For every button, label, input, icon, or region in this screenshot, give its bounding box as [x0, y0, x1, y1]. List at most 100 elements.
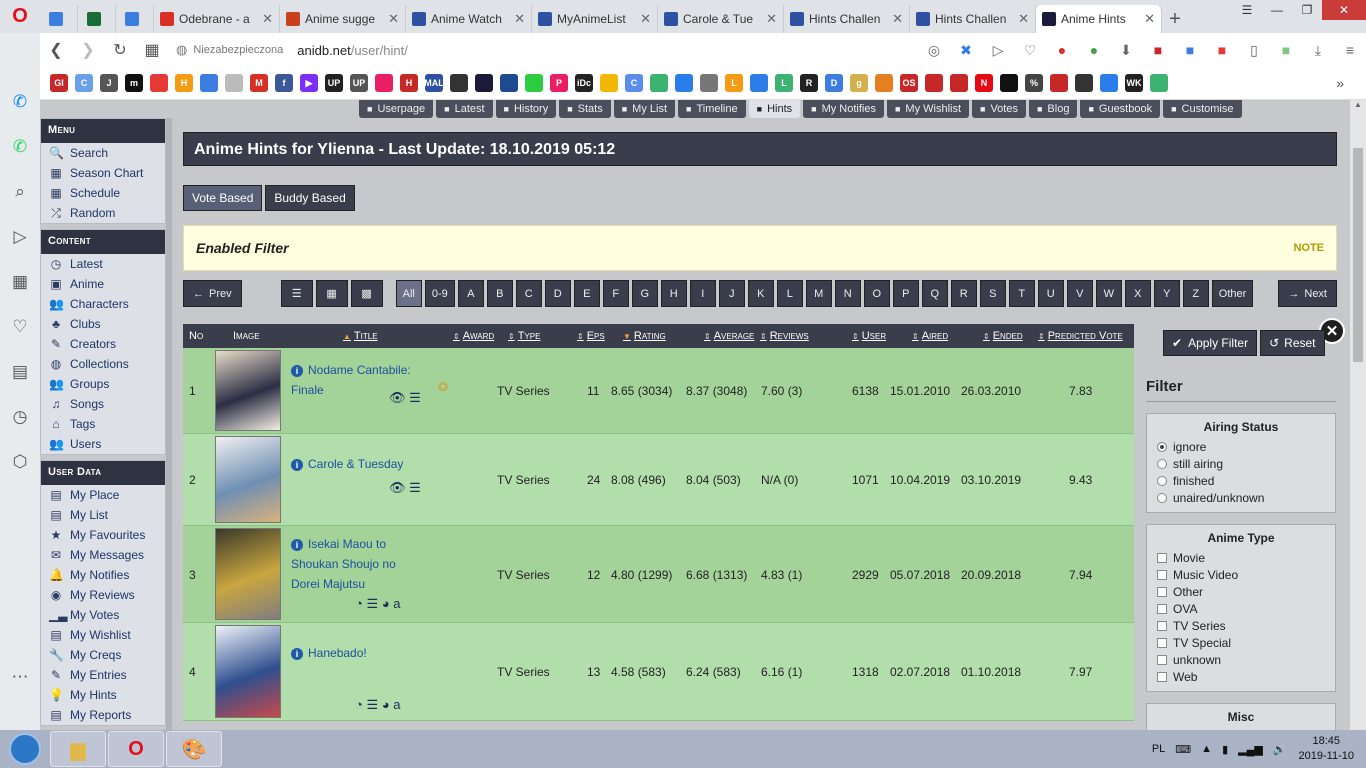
heart-icon[interactable]: ♡ — [7, 314, 33, 340]
letter-t[interactable]: T — [1008, 280, 1035, 307]
tab-close-icon[interactable]: ✕ — [892, 11, 903, 27]
grid-view-button[interactable]: ▦ — [315, 280, 348, 307]
tab-close-icon[interactable]: ✕ — [640, 11, 651, 27]
filter-option-unknown[interactable]: unknown — [1157, 651, 1325, 668]
menu-item-my-favourites[interactable]: ★ My Favourites — [41, 525, 165, 545]
tray-arrow-icon[interactable]: ▲ — [1201, 743, 1212, 755]
letter-l[interactable]: L — [776, 280, 803, 307]
bookmark-icon[interactable] — [1050, 74, 1068, 92]
volume-icon[interactable]: 🔊 — [1273, 743, 1287, 756]
tab-my-wishlist[interactable]: ■ My Wishlist — [886, 100, 970, 118]
vote-based-button[interactable]: Vote Based — [183, 185, 263, 211]
minimize-button[interactable]: — — [1262, 0, 1292, 20]
bookmark-icon[interactable]: P — [550, 74, 568, 92]
bookmark-icon[interactable]: UP — [325, 74, 343, 92]
tab-latest[interactable]: ■ Latest — [436, 100, 493, 118]
bookmark-icon[interactable]: D — [825, 74, 843, 92]
checkbox[interactable] — [1157, 654, 1167, 665]
menu-item-characters[interactable]: 👥 Characters — [41, 294, 165, 314]
column-header-eps[interactable]: ⇕ Eps — [577, 330, 605, 342]
letter-v[interactable]: V — [1066, 280, 1093, 307]
letter-f[interactable]: F — [602, 280, 629, 307]
reset-button[interactable]: ↺ Reset — [1260, 330, 1325, 356]
info-icon[interactable]: i — [291, 539, 303, 551]
tab-my-notifies[interactable]: ■ My Notifies — [803, 100, 884, 118]
cube-icon[interactable]: ⬡ — [7, 449, 33, 475]
browser-tab[interactable] — [40, 5, 78, 33]
menu-item-my-creqs[interactable]: 🔧 My Creqs — [41, 645, 165, 665]
back-button[interactable]: ❮ — [40, 40, 72, 60]
bookmark-icon[interactable]: L — [775, 74, 793, 92]
letter-g[interactable]: G — [631, 280, 658, 307]
letter-k[interactable]: K — [747, 280, 774, 307]
column-header-predicted-vote[interactable]: ⇕ Predicted Vote — [1038, 330, 1123, 342]
language-indicator[interactable]: PL — [1152, 743, 1165, 755]
menu-item-my-hints[interactable]: 💡 My Hints — [41, 685, 165, 705]
bookmark-icon[interactable] — [225, 74, 243, 92]
browser-tab[interactable]: Odebrane - a ✕ — [154, 5, 280, 33]
letter-p[interactable]: P — [892, 280, 919, 307]
device-icon[interactable]: ▮ — [1222, 743, 1228, 756]
bookmark-icon[interactable] — [1075, 74, 1093, 92]
bookmark-icon[interactable]: MAL — [424, 74, 444, 92]
filter-option-movie[interactable]: Movie — [1157, 549, 1325, 566]
bookmark-icon[interactable] — [600, 74, 618, 92]
letter-r[interactable]: R — [950, 280, 977, 307]
row-action-icons[interactable]: ◔ ☰ ◕ a — [355, 596, 400, 612]
row-action-icons[interactable]: ◔ ☰ ◕ a — [355, 697, 400, 713]
cover-image[interactable] — [215, 528, 281, 620]
menu-item-my-notifies[interactable]: 🔔 My Notifies — [41, 565, 165, 585]
bookmark-icon[interactable]: N — [975, 74, 993, 92]
browser-tab[interactable]: Anime Watch ✕ — [406, 5, 532, 33]
menu-item-season-chart[interactable]: ▦ Season Chart — [41, 163, 165, 183]
bookmark-icon[interactable]: C — [75, 74, 93, 92]
checkbox[interactable] — [1157, 671, 1167, 682]
tab-close-icon[interactable]: ✕ — [1018, 11, 1029, 27]
bookmark-icon[interactable]: % — [1025, 74, 1043, 92]
column-header-reviews[interactable]: ⇕ Reviews — [760, 330, 809, 342]
clock[interactable]: 18:45 2019-11-10 — [1299, 734, 1354, 764]
filter-option-music-video[interactable]: Music Video — [1157, 566, 1325, 583]
bookmark-icon[interactable] — [150, 74, 168, 92]
menu-item-schedule[interactable]: ▦ Schedule — [41, 183, 165, 203]
column-header-title[interactable]: ▲ Title — [343, 330, 378, 342]
radio-button[interactable] — [1157, 492, 1167, 503]
menu-item-search[interactable]: 🔍 Search — [41, 143, 165, 163]
bookmark-icon[interactable]: R — [800, 74, 818, 92]
info-icon[interactable]: i — [291, 648, 303, 660]
radio-button[interactable] — [1157, 441, 1167, 452]
letter-other[interactable]: Other — [1211, 280, 1254, 307]
extension-icon[interactable]: ■ — [1206, 42, 1238, 58]
column-header-rating[interactable]: ▼ Rating — [623, 330, 666, 342]
row-action-icons[interactable]: 👁 ☰ — [389, 480, 421, 496]
bookmark-icon[interactable] — [1100, 74, 1118, 92]
bookmark-icon[interactable] — [925, 74, 943, 92]
cover-image[interactable] — [215, 436, 281, 523]
radio-button[interactable] — [1157, 475, 1167, 486]
bookmark-icon[interactable] — [525, 74, 543, 92]
column-header-average[interactable]: ⇕ Average — [704, 330, 754, 342]
opera-icon[interactable]: O — [108, 731, 164, 767]
bookmark-icon[interactable]: UP — [350, 74, 368, 92]
url-field[interactable]: ◍ Niezabezpieczona anidb.net/user/hint/ — [176, 42, 918, 58]
tab-votes[interactable]: ■ Votes — [972, 100, 1026, 118]
scroll-thumb[interactable] — [1353, 148, 1363, 362]
bookmark-icon[interactable] — [500, 74, 518, 92]
bookmark-icon[interactable]: OS — [900, 74, 918, 92]
camera-icon[interactable]: ◎ — [918, 42, 950, 59]
menu-item-my-reviews[interactable]: ◉ My Reviews — [41, 585, 165, 605]
search-icon[interactable]: ⌕ — [7, 179, 33, 205]
bookmark-icon[interactable] — [200, 74, 218, 92]
more-bookmarks-icon[interactable]: » — [1336, 75, 1344, 91]
browser-tab[interactable]: Anime Hints ✕ — [1036, 5, 1162, 33]
more-icon[interactable]: ⋯ — [7, 664, 33, 690]
menu-item-users[interactable]: 👥 Users — [41, 434, 165, 454]
menu-item-my-entries[interactable]: ✎ My Entries — [41, 665, 165, 685]
browser-tab[interactable] — [116, 5, 154, 33]
bookmark-icon[interactable] — [675, 74, 693, 92]
bookmark-icon[interactable]: GI — [50, 74, 68, 92]
menu-item-clubs[interactable]: ♣ Clubs — [41, 314, 165, 334]
column-header-ended[interactable]: ⇕ Ended — [983, 330, 1023, 342]
filter-option-tv-special[interactable]: TV Special — [1157, 634, 1325, 651]
close-window-button[interactable]: ✕ — [1322, 0, 1366, 20]
